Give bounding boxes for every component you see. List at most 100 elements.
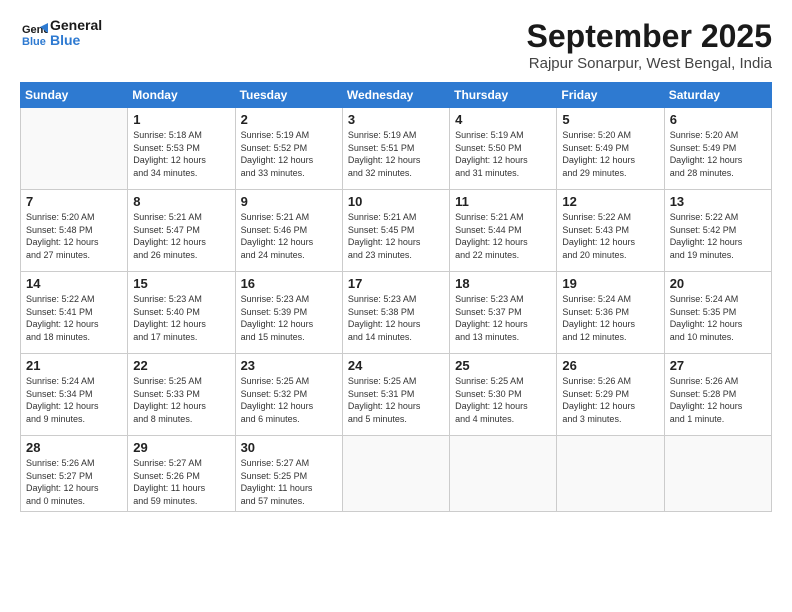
- day-number: 8: [133, 194, 229, 209]
- day-info: Sunrise: 5:23 AM Sunset: 5:40 PM Dayligh…: [133, 293, 229, 343]
- day-number: 19: [562, 276, 658, 291]
- day-cell: 25 Sunrise: 5:25 AM Sunset: 5:30 PM Dayli…: [450, 354, 557, 436]
- svg-text:Blue: Blue: [22, 36, 46, 47]
- day-info: Sunrise: 5:25 AM Sunset: 5:32 PM Dayligh…: [241, 375, 337, 425]
- day-cell: 27 Sunrise: 5:26 AM Sunset: 5:28 PM Dayli…: [664, 354, 771, 436]
- day-number: 12: [562, 194, 658, 209]
- day-number: 30: [241, 440, 337, 455]
- day-cell: 29Sunrise: 5:27 AM Sunset: 5:26 PM Dayli…: [128, 436, 235, 512]
- day-number: 18: [455, 276, 551, 291]
- day-info: Sunrise: 5:22 AM Sunset: 5:41 PM Dayligh…: [26, 293, 122, 343]
- day-number: 20: [670, 276, 766, 291]
- col-header-thursday: Thursday: [450, 83, 557, 108]
- day-cell: 22 Sunrise: 5:25 AM Sunset: 5:33 PM Dayli…: [128, 354, 235, 436]
- week-row-3: 14 Sunrise: 5:22 AM Sunset: 5:41 PM Dayli…: [21, 272, 772, 354]
- day-cell: [342, 436, 449, 512]
- day-info: Sunrise: 5:19 AM Sunset: 5:52 PM Dayligh…: [241, 129, 337, 179]
- day-info: Sunrise: 5:23 AM Sunset: 5:37 PM Dayligh…: [455, 293, 551, 343]
- day-number: 29: [133, 440, 229, 455]
- day-number: 27: [670, 358, 766, 373]
- day-number: 21: [26, 358, 122, 373]
- day-info: Sunrise: 5:20 AM Sunset: 5:48 PM Dayligh…: [26, 211, 122, 261]
- day-number: 14: [26, 276, 122, 291]
- day-info: Sunrise: 5:25 AM Sunset: 5:31 PM Dayligh…: [348, 375, 444, 425]
- page: General Blue General Blue September 2025…: [0, 0, 792, 522]
- col-header-friday: Friday: [557, 83, 664, 108]
- day-number: 6: [670, 112, 766, 127]
- day-cell: 20Sunrise: 5:24 AM Sunset: 5:35 PM Dayli…: [664, 272, 771, 354]
- week-row-2: 7 Sunrise: 5:20 AM Sunset: 5:48 PM Daylig…: [21, 190, 772, 272]
- day-info: Sunrise: 5:26 AM Sunset: 5:27 PM Dayligh…: [26, 457, 122, 507]
- day-number: 26: [562, 358, 658, 373]
- day-cell: 1Sunrise: 5:18 AM Sunset: 5:53 PM Daylig…: [128, 108, 235, 190]
- logo-line1: General: [50, 18, 102, 33]
- day-cell: 30 Sunrise: 5:27 AM Sunset: 5:25 PM Dayli…: [235, 436, 342, 512]
- header: General Blue General Blue September 2025…: [20, 18, 772, 72]
- day-number: 16: [241, 276, 337, 291]
- day-info: Sunrise: 5:21 AM Sunset: 5:46 PM Dayligh…: [241, 211, 337, 261]
- day-cell: 17 Sunrise: 5:23 AM Sunset: 5:38 PM Dayli…: [342, 272, 449, 354]
- day-number: 24: [348, 358, 444, 373]
- day-cell: 4 Sunrise: 5:19 AM Sunset: 5:50 PM Daylig…: [450, 108, 557, 190]
- day-info: Sunrise: 5:19 AM Sunset: 5:50 PM Dayligh…: [455, 129, 551, 179]
- logo: General Blue General Blue: [20, 18, 102, 49]
- day-info: Sunrise: 5:27 AM Sunset: 5:25 PM Dayligh…: [241, 457, 337, 507]
- logo-icon: General Blue: [20, 19, 48, 47]
- day-number: 17: [348, 276, 444, 291]
- day-number: 15: [133, 276, 229, 291]
- day-number: 7: [26, 194, 122, 209]
- day-number: 10: [348, 194, 444, 209]
- day-info: Sunrise: 5:22 AM Sunset: 5:42 PM Dayligh…: [670, 211, 766, 261]
- day-number: 9: [241, 194, 337, 209]
- day-cell: 13 Sunrise: 5:22 AM Sunset: 5:42 PM Dayli…: [664, 190, 771, 272]
- day-cell: 24 Sunrise: 5:25 AM Sunset: 5:31 PM Dayli…: [342, 354, 449, 436]
- day-info: Sunrise: 5:21 AM Sunset: 5:45 PM Dayligh…: [348, 211, 444, 261]
- day-cell: 23Sunrise: 5:25 AM Sunset: 5:32 PM Dayli…: [235, 354, 342, 436]
- day-cell: 10 Sunrise: 5:21 AM Sunset: 5:45 PM Dayli…: [342, 190, 449, 272]
- location-title: Rajpur Sonarpur, West Bengal, India: [527, 55, 772, 72]
- day-info: Sunrise: 5:23 AM Sunset: 5:38 PM Dayligh…: [348, 293, 444, 343]
- day-info: Sunrise: 5:20 AM Sunset: 5:49 PM Dayligh…: [562, 129, 658, 179]
- day-info: Sunrise: 5:21 AM Sunset: 5:47 PM Dayligh…: [133, 211, 229, 261]
- day-info: Sunrise: 5:22 AM Sunset: 5:43 PM Dayligh…: [562, 211, 658, 261]
- day-info: Sunrise: 5:18 AM Sunset: 5:53 PM Dayligh…: [133, 129, 229, 179]
- week-row-5: 28 Sunrise: 5:26 AM Sunset: 5:27 PM Dayli…: [21, 436, 772, 512]
- day-number: 28: [26, 440, 122, 455]
- day-info: Sunrise: 5:25 AM Sunset: 5:33 PM Dayligh…: [133, 375, 229, 425]
- day-cell: 11 Sunrise: 5:21 AM Sunset: 5:44 PM Dayli…: [450, 190, 557, 272]
- day-cell: [21, 108, 128, 190]
- day-cell: 19Sunrise: 5:24 AM Sunset: 5:36 PM Dayli…: [557, 272, 664, 354]
- day-cell: [450, 436, 557, 512]
- day-cell: 28 Sunrise: 5:26 AM Sunset: 5:27 PM Dayli…: [21, 436, 128, 512]
- day-cell: [557, 436, 664, 512]
- day-info: Sunrise: 5:25 AM Sunset: 5:30 PM Dayligh…: [455, 375, 551, 425]
- col-header-monday: Monday: [128, 83, 235, 108]
- day-cell: 12 Sunrise: 5:22 AM Sunset: 5:43 PM Dayli…: [557, 190, 664, 272]
- day-cell: 7 Sunrise: 5:20 AM Sunset: 5:48 PM Daylig…: [21, 190, 128, 272]
- day-cell: 26Sunrise: 5:26 AM Sunset: 5:29 PM Dayli…: [557, 354, 664, 436]
- week-row-1: 1Sunrise: 5:18 AM Sunset: 5:53 PM Daylig…: [21, 108, 772, 190]
- day-info: Sunrise: 5:23 AM Sunset: 5:39 PM Dayligh…: [241, 293, 337, 343]
- day-cell: 9 Sunrise: 5:21 AM Sunset: 5:46 PM Daylig…: [235, 190, 342, 272]
- day-cell: 18 Sunrise: 5:23 AM Sunset: 5:37 PM Dayli…: [450, 272, 557, 354]
- day-number: 13: [670, 194, 766, 209]
- col-header-wednesday: Wednesday: [342, 83, 449, 108]
- day-cell: 6 Sunrise: 5:20 AM Sunset: 5:49 PM Daylig…: [664, 108, 771, 190]
- day-info: Sunrise: 5:21 AM Sunset: 5:44 PM Dayligh…: [455, 211, 551, 261]
- day-cell: 16 Sunrise: 5:23 AM Sunset: 5:39 PM Dayli…: [235, 272, 342, 354]
- header-row: SundayMondayTuesdayWednesdayThursdayFrid…: [21, 83, 772, 108]
- day-number: 11: [455, 194, 551, 209]
- day-info: Sunrise: 5:19 AM Sunset: 5:51 PM Dayligh…: [348, 129, 444, 179]
- day-info: Sunrise: 5:20 AM Sunset: 5:49 PM Dayligh…: [670, 129, 766, 179]
- col-header-sunday: Sunday: [21, 83, 128, 108]
- day-number: 3: [348, 112, 444, 127]
- day-number: 25: [455, 358, 551, 373]
- day-cell: 8 Sunrise: 5:21 AM Sunset: 5:47 PM Daylig…: [128, 190, 235, 272]
- day-number: 22: [133, 358, 229, 373]
- day-number: 5: [562, 112, 658, 127]
- day-cell: 15 Sunrise: 5:23 AM Sunset: 5:40 PM Dayli…: [128, 272, 235, 354]
- day-info: Sunrise: 5:26 AM Sunset: 5:28 PM Dayligh…: [670, 375, 766, 425]
- day-cell: 2Sunrise: 5:19 AM Sunset: 5:52 PM Daylig…: [235, 108, 342, 190]
- day-cell: 5 Sunrise: 5:20 AM Sunset: 5:49 PM Daylig…: [557, 108, 664, 190]
- day-number: 4: [455, 112, 551, 127]
